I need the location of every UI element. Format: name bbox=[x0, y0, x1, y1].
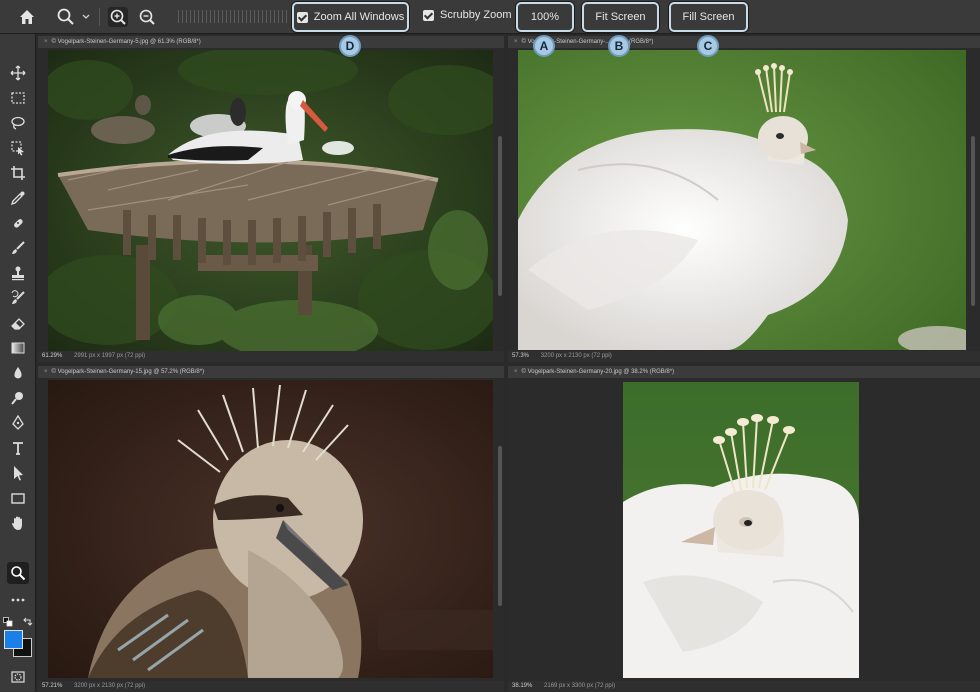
vertical-scrollbar[interactable] bbox=[498, 136, 502, 296]
checkbox-checked-icon bbox=[423, 9, 434, 21]
document-status-bar-4: 38.19% 2169 px x 3300 px (72 ppi) bbox=[508, 681, 980, 692]
document-title-1: © Vogelpark-Steinen-Germany-5.jpg @ 61.3… bbox=[51, 39, 201, 45]
pen-tool-icon[interactable] bbox=[7, 412, 29, 434]
zoom-percentage-4[interactable]: 38.19% bbox=[512, 683, 532, 689]
blur-tool-icon[interactable] bbox=[7, 362, 29, 384]
document-canvas-3[interactable] bbox=[48, 380, 493, 678]
close-icon[interactable]: × bbox=[44, 369, 48, 375]
zoom-percentage-1[interactable]: 61.29% bbox=[42, 353, 62, 359]
eyedropper-tool-icon[interactable] bbox=[7, 187, 29, 209]
document-window-2[interactable]: × © Vogelpark-Steinen-Germany-...57.3% (R… bbox=[508, 36, 980, 362]
divider bbox=[99, 8, 100, 26]
document-status-bar-2: 57.3% 3200 px x 2130 px (72 ppi) bbox=[508, 351, 980, 362]
document-tab-1[interactable]: × © Vogelpark-Steinen-Germany-5.jpg @ 61.… bbox=[38, 36, 504, 48]
clone-stamp-tool-icon[interactable] bbox=[7, 262, 29, 284]
zoom-tool-preset-icon[interactable] bbox=[56, 7, 76, 27]
scrubby-zoom-label: Scrubby Zoom bbox=[440, 9, 512, 21]
callout-badge-b: B bbox=[608, 35, 630, 57]
document-canvas-4[interactable] bbox=[623, 382, 859, 678]
zoom-percentage-3[interactable]: 57.21% bbox=[42, 683, 62, 689]
close-icon[interactable]: × bbox=[514, 369, 518, 375]
document-canvas-2[interactable] bbox=[518, 50, 966, 350]
resize-windows-option-disabled bbox=[178, 10, 288, 23]
hand-tool-icon[interactable] bbox=[7, 512, 29, 534]
document-status-bar-1: 61.29% 2991 px x 1997 px (72 ppi) bbox=[38, 351, 504, 362]
document-info-4[interactable]: 2169 px x 3300 px (72 ppi) bbox=[544, 683, 615, 689]
quick-mask-icon[interactable] bbox=[7, 666, 29, 688]
document-canvas-1[interactable] bbox=[48, 50, 493, 351]
document-tab-2[interactable]: × © Vogelpark-Steinen-Germany-...57.3% (R… bbox=[508, 36, 980, 48]
zoom-tool-icon[interactable] bbox=[7, 562, 29, 584]
white-peacock-portrait-photo bbox=[623, 382, 859, 678]
crop-tool-icon[interactable] bbox=[7, 162, 29, 184]
callout-badge-d: D bbox=[339, 35, 361, 57]
options-bar: Zoom All Windows Scrubby Zoom 100% Fit S… bbox=[0, 0, 980, 34]
tools-panel bbox=[0, 34, 36, 692]
marquee-tool-icon[interactable] bbox=[7, 87, 29, 109]
zoom-100-button[interactable]: 100% bbox=[516, 2, 574, 32]
document-window-1[interactable]: × © Vogelpark-Steinen-Germany-5.jpg @ 61.… bbox=[38, 36, 504, 362]
home-icon[interactable] bbox=[17, 7, 37, 27]
zoom-out-icon[interactable] bbox=[137, 7, 157, 27]
eraser-tool-icon[interactable] bbox=[7, 312, 29, 334]
document-info-2[interactable]: 3200 px x 2130 px (72 ppi) bbox=[541, 353, 612, 359]
object-selection-tool-icon[interactable] bbox=[7, 137, 29, 159]
rectangle-tool-icon[interactable] bbox=[7, 487, 29, 509]
swap-colors-icon[interactable] bbox=[22, 614, 33, 626]
document-tab-3[interactable]: × © Vogelpark-Steinen-Germany-15.jpg @ 57… bbox=[38, 366, 504, 378]
move-tool-icon[interactable] bbox=[7, 62, 29, 84]
default-colors-icon[interactable] bbox=[3, 614, 13, 627]
spot-healing-brush-icon[interactable] bbox=[7, 212, 29, 234]
lasso-tool-icon[interactable] bbox=[7, 112, 29, 134]
history-brush-tool-icon[interactable] bbox=[7, 287, 29, 309]
checkbox-checked-icon bbox=[296, 11, 308, 23]
more-tools-icon[interactable] bbox=[7, 589, 29, 611]
close-icon[interactable]: × bbox=[514, 39, 518, 45]
document-title-4: © Vogelpark-Steinen-Germany-20.jpg @ 38.… bbox=[521, 369, 675, 375]
vertical-scrollbar[interactable] bbox=[971, 136, 975, 306]
dodge-tool-icon[interactable] bbox=[7, 387, 29, 409]
chevron-down-icon[interactable] bbox=[80, 7, 92, 27]
zoom-100-label: 100% bbox=[530, 11, 560, 23]
gradient-tool-icon[interactable] bbox=[7, 337, 29, 359]
document-title-3: © Vogelpark-Steinen-Germany-15.jpg @ 57.… bbox=[51, 369, 205, 375]
stork-nest-photo bbox=[48, 50, 493, 351]
document-window-4[interactable]: × © Vogelpark-Steinen-Germany-20.jpg @ 38… bbox=[508, 366, 980, 692]
document-status-bar-3: 57.21% 3200 px x 2130 px (72 ppi) bbox=[38, 681, 504, 692]
document-tab-4[interactable]: × © Vogelpark-Steinen-Germany-20.jpg @ 38… bbox=[508, 366, 980, 378]
foreground-color-swatch[interactable] bbox=[4, 630, 23, 649]
callout-badge-a: A bbox=[533, 35, 555, 57]
path-selection-tool-icon[interactable] bbox=[7, 462, 29, 484]
document-window-3[interactable]: × © Vogelpark-Steinen-Germany-15.jpg @ 57… bbox=[38, 366, 504, 692]
zoom-percentage-2[interactable]: 57.3% bbox=[512, 353, 529, 359]
fit-screen-label: Fit Screen bbox=[595, 11, 646, 23]
callout-badge-c: C bbox=[697, 35, 719, 57]
document-info-1[interactable]: 2991 px x 1997 px (72 ppi) bbox=[74, 353, 145, 359]
document-info-3[interactable]: 3200 px x 2130 px (72 ppi) bbox=[74, 683, 145, 689]
kookaburra-photo bbox=[48, 380, 493, 678]
fill-screen-label: Fill Screen bbox=[682, 11, 735, 23]
type-tool-icon[interactable] bbox=[7, 437, 29, 459]
photoshop-window: Zoom All Windows Scrubby Zoom 100% Fit S… bbox=[0, 0, 980, 692]
scrubby-zoom-checkbox[interactable]: Scrubby Zoom bbox=[423, 9, 512, 21]
brush-tool-icon[interactable] bbox=[7, 237, 29, 259]
vertical-scrollbar[interactable] bbox=[498, 446, 502, 606]
zoom-all-windows-checkbox[interactable]: Zoom All Windows bbox=[292, 2, 409, 32]
fit-screen-button[interactable]: Fit Screen bbox=[582, 2, 659, 32]
fill-screen-button[interactable]: Fill Screen bbox=[669, 2, 748, 32]
zoom-all-windows-label: Zoom All Windows bbox=[313, 11, 405, 23]
close-icon[interactable]: × bbox=[44, 39, 48, 45]
zoom-in-icon[interactable] bbox=[108, 7, 128, 27]
white-peacock-photo bbox=[518, 50, 966, 350]
